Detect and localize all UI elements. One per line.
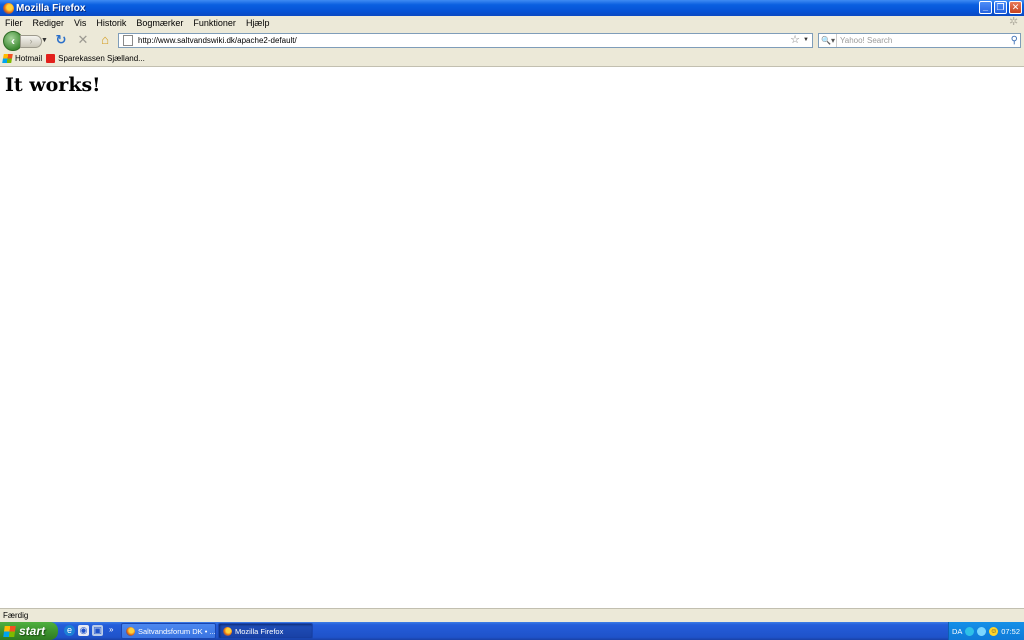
- messenger-icon[interactable]: [965, 626, 975, 636]
- menu-bar: Filer Rediger Vis Historik Bogmærker Fun…: [0, 16, 1024, 29]
- history-dropdown-icon[interactable]: ▼: [41, 37, 48, 44]
- search-engine-selector[interactable]: 🔍▾: [819, 34, 837, 47]
- stop-icon[interactable]: ✕: [76, 33, 90, 47]
- navigation-toolbar: ‹ › ▼ ↻ ✕ ⌂ http://www.saltvandswiki.dk/…: [0, 29, 1024, 51]
- msn-butterfly-icon: [2, 54, 13, 63]
- forward-button[interactable]: ›: [20, 35, 42, 48]
- task-buttons: Saltvandsforum DK • ... Mozilla Firefox: [121, 623, 313, 639]
- status-text: Færdig: [3, 611, 29, 620]
- bookmarks-toolbar: Hotmail Sparekassen Sjælland...: [0, 51, 1024, 67]
- language-indicator[interactable]: DA: [952, 627, 962, 636]
- smiley-icon[interactable]: ☺: [989, 626, 999, 636]
- menu-hjaelp[interactable]: Hjælp: [246, 18, 270, 28]
- sparekassen-icon: [46, 54, 56, 63]
- task-label: Mozilla Firefox: [235, 626, 284, 636]
- firefox-icon: [3, 2, 14, 14]
- page-heading: It works!: [5, 74, 101, 96]
- bookmark-hotmail[interactable]: Hotmail: [2, 54, 43, 63]
- page-content: It works!: [0, 68, 1024, 608]
- task-label: Saltvandsforum DK • ...: [138, 626, 216, 636]
- title-bar: Mozilla Firefox _ ❐ ✕: [0, 0, 1024, 16]
- internet-explorer-icon[interactable]: e: [64, 625, 75, 636]
- network-icon[interactable]: [977, 626, 987, 636]
- url-dropdown-icon[interactable]: ▼: [803, 37, 809, 43]
- firefox-icon: [126, 626, 135, 636]
- task-saltvandsforum[interactable]: Saltvandsforum DK • ...: [121, 623, 216, 639]
- start-button[interactable]: start: [0, 622, 58, 640]
- outlook-express-icon[interactable]: ◉: [78, 625, 89, 636]
- bookmark-label: Sparekassen Sjælland...: [58, 54, 145, 63]
- quick-launch-chevron-icon[interactable]: »: [109, 625, 113, 636]
- search-input[interactable]: Yahoo! Search: [837, 36, 892, 45]
- taskbar: start e ◉ ▣ » Saltvandsforum DK • ... Mo…: [0, 622, 1024, 640]
- url-text[interactable]: http://www.saltvandswiki.dk/apache2-defa…: [138, 36, 297, 45]
- page-icon: [123, 35, 133, 46]
- status-bar: Færdig: [0, 608, 1024, 622]
- close-button[interactable]: ✕: [1009, 1, 1022, 14]
- windows-flag-icon: [3, 625, 16, 637]
- window-controls: _ ❐ ✕: [979, 1, 1022, 14]
- menu-filer[interactable]: Filer: [5, 18, 23, 28]
- bookmark-sparekassen[interactable]: Sparekassen Sjælland...: [46, 54, 145, 63]
- menu-rediger[interactable]: Rediger: [33, 18, 65, 28]
- menu-bogmaerker[interactable]: Bogmærker: [136, 18, 183, 28]
- restore-button[interactable]: ❐: [994, 1, 1007, 14]
- search-go-icon[interactable]: ⚲: [1011, 34, 1018, 47]
- menu-funktioner[interactable]: Funktioner: [193, 18, 236, 28]
- window-title: Mozilla Firefox: [16, 2, 86, 14]
- quick-launch: e ◉ ▣ »: [64, 625, 113, 636]
- task-mozilla-firefox[interactable]: Mozilla Firefox: [218, 623, 313, 639]
- start-label: start: [19, 624, 46, 638]
- reload-icon[interactable]: ↻: [54, 33, 68, 47]
- show-desktop-icon[interactable]: ▣: [92, 625, 103, 636]
- firefox-icon: [223, 626, 232, 636]
- system-tray: DA ☺ 07:52: [948, 622, 1024, 640]
- menu-historik[interactable]: Historik: [96, 18, 126, 28]
- home-icon[interactable]: ⌂: [98, 33, 112, 47]
- activity-throbber-icon: ✲: [1009, 16, 1019, 28]
- menu-vis[interactable]: Vis: [74, 18, 86, 28]
- bookmark-star-icon[interactable]: ☆: [790, 34, 800, 47]
- clock[interactable]: 07:52: [1001, 627, 1020, 636]
- bookmark-label: Hotmail: [15, 54, 43, 63]
- address-bar[interactable]: http://www.saltvandswiki.dk/apache2-defa…: [118, 33, 813, 48]
- search-bar[interactable]: 🔍▾ Yahoo! Search ⚲: [818, 33, 1021, 48]
- minimize-button[interactable]: _: [979, 1, 992, 14]
